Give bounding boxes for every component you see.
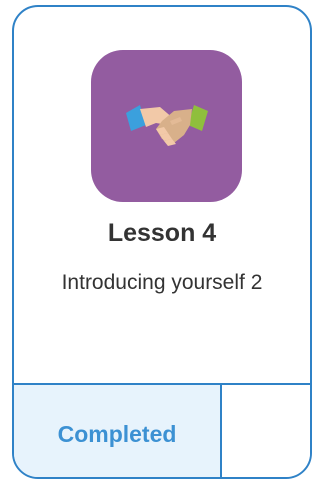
status-label: Completed [57, 421, 177, 447]
lesson-title: Lesson 4 [107, 219, 217, 247]
footer-empty-cell [222, 385, 310, 477]
lesson-icon-tile [91, 50, 242, 202]
handshake-icon [126, 105, 208, 146]
lesson-subtitle: Introducing yourself 2 [61, 271, 263, 294]
lesson-card[interactable]: Lesson 4 Introducing yourself 2 Complete… [12, 5, 312, 479]
card-footer: Completed [14, 383, 310, 477]
status-cell: Completed [14, 385, 222, 477]
